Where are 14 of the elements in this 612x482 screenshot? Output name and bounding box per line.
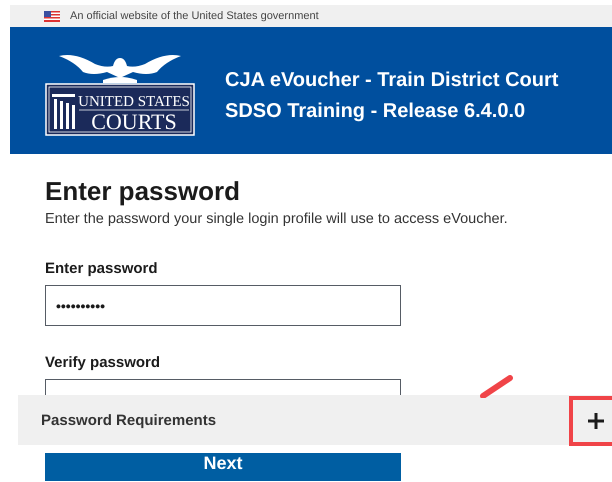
- accordion-header[interactable]: Password Requirements: [18, 395, 612, 445]
- site-title: SDSO Training - Release 6.4.0.0: [225, 100, 526, 122]
- password-field[interactable]: [45, 379, 401, 395]
- page-heading: Enter password: [45, 176, 242, 207]
- field-label: Enter password: [45, 260, 159, 277]
- flag-icon: [44, 10, 60, 22]
- site-title: CJA eVoucher - Train District Court: [225, 68, 558, 92]
- field-label: Verify password: [45, 354, 162, 371]
- plus-icon[interactable]: [588, 413, 604, 429]
- page-description: Enter the password your single login profile will use to access eVoucher.: [45, 211, 509, 227]
- accordion-title: Password Requirements: [41, 412, 216, 428]
- password-field[interactable]: ••••••••••: [45, 285, 401, 326]
- banner-text: An official website of the United States government: [70, 10, 319, 22]
- next-button[interactable]: Next: [45, 453, 401, 481]
